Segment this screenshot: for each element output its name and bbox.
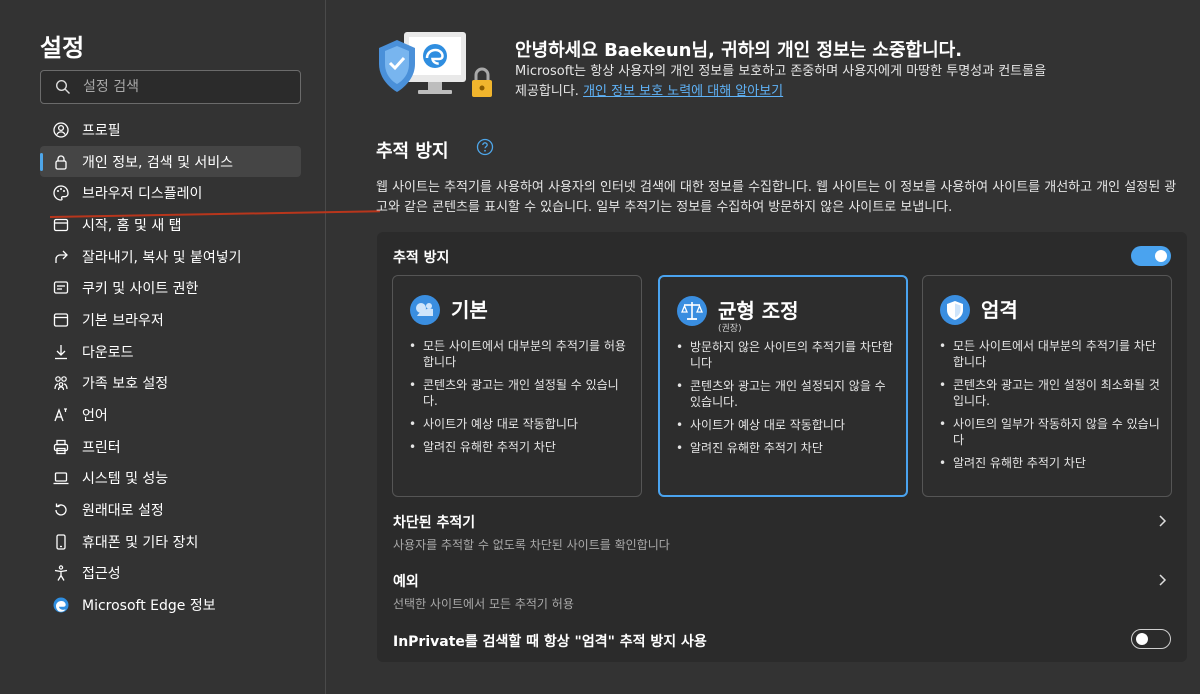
sidebar-item-label: 프린터	[82, 439, 121, 456]
cookie-icon	[53, 281, 69, 294]
home-tab-icon	[53, 218, 69, 232]
inprivate-strict-toggle[interactable]	[1131, 629, 1171, 649]
sidebar-item-label: 접근성	[82, 566, 121, 583]
sidebar-item-profile[interactable]: 프로필	[40, 114, 301, 146]
tracking-section-description: 웹 사이트는 추적기를 사용하여 사용자의 인터넷 검색에 대한 정보를 수집합…	[376, 180, 1177, 215]
sidebar-item-label: 원래대로 설정	[82, 503, 164, 520]
card-bullet: 모든 사이트에서 대부분의 추적기를 차단합니다	[937, 338, 1162, 370]
sidebar-item-label: 시스템 및 성능	[82, 471, 169, 488]
sidebar-item-privacy[interactable]: 개인 정보, 검색 및 서비스	[40, 145, 301, 178]
card-bullet: 알려진 유해한 추적기 차단	[407, 439, 632, 455]
sidebar-item-downloads[interactable]: 다운로드	[40, 336, 301, 368]
sidebar-item-system[interactable]: 시스템 및 성능	[40, 463, 301, 495]
sidebar-item-label: 언어	[82, 408, 108, 425]
card-bullet: 방문하지 않은 사이트의 추적기를 차단합니다	[674, 339, 899, 371]
sidebar-item-family[interactable]: 가족 보호 설정	[40, 368, 301, 400]
card-bullet: 콘텐츠와 광고는 개인 설정될 수 있습니다.	[407, 377, 632, 409]
card-title: 균형 조정	[718, 299, 799, 323]
settings-sidebar: 설정 프로필 개인 정보, 검색 및 서비스 브라우저 디스플레이 시작, 홈 …	[0, 0, 326, 694]
sidebar-item-accessibility[interactable]: 접근성	[40, 558, 301, 590]
sidebar-item-label: 다운로드	[82, 344, 134, 361]
sidebar-item-label: 프로필	[82, 122, 121, 139]
card-bullet-list: 모든 사이트에서 대부분의 추적기를 허용합니다 콘텐츠와 광고는 개인 설정될…	[407, 338, 632, 462]
tracking-level-strict-card[interactable]: 엄격 모든 사이트에서 대부분의 추적기를 차단합니다 콘텐츠와 광고는 개인 …	[922, 275, 1172, 497]
reset-icon	[55, 503, 67, 516]
phone-icon	[56, 534, 66, 550]
sidebar-nav: 프로필 개인 정보, 검색 및 서비스 브라우저 디스플레이 시작, 홈 및 새…	[40, 114, 301, 621]
language-icon	[54, 408, 67, 422]
accessibility-icon	[54, 565, 68, 582]
download-icon	[55, 344, 67, 359]
chevron-right-icon[interactable]	[1155, 514, 1169, 528]
sidebar-item-reset[interactable]: 원래대로 설정	[40, 494, 301, 526]
card-bullet: 콘텐츠와 광고는 개인 설정이 최소화될 것입니다.	[937, 377, 1162, 409]
sidebar-item-appearance[interactable]: 브라우저 디스플레이	[40, 177, 301, 209]
sidebar-item-printers[interactable]: 프린터	[40, 431, 301, 463]
exceptions-desc: 선택한 사이트에서 모든 추적기 허용	[393, 597, 574, 611]
sidebar-item-cookies[interactable]: 쿠키 및 사이트 권한	[40, 272, 301, 304]
sidebar-item-label: Microsoft Edge 정보	[82, 598, 216, 615]
shield-icon	[940, 295, 970, 325]
sidebar-item-label: 가족 보호 설정	[82, 376, 169, 393]
sidebar-item-label: 기본 브라우저	[82, 312, 164, 329]
sidebar-item-default-browser[interactable]: 기본 브라우저	[40, 304, 301, 336]
card-bullet: 모든 사이트에서 대부분의 추적기를 허용합니다	[407, 338, 632, 370]
lock-icon	[55, 154, 67, 170]
sidebar-item-share-copy-paste[interactable]: 잘라내기, 복사 및 붙여넣기	[40, 241, 301, 273]
tracking-settings-panel: 추적 방지 기본 모든 사이트에서 대부분의 추적기를 허용합니다 콘텐츠와 광…	[377, 232, 1187, 662]
sidebar-item-label: 시작, 홈 및 새 탭	[82, 217, 182, 234]
card-bullet: 사이트의 일부가 작동하지 않을 수 있습니다	[937, 416, 1162, 448]
tracking-section-title: 추적 방지	[376, 141, 449, 162]
tracking-level-basic-card[interactable]: 기본 모든 사이트에서 대부분의 추적기를 허용합니다 콘텐츠와 광고는 개인 …	[392, 275, 642, 497]
sidebar-item-label: 개인 정보, 검색 및 서비스	[82, 154, 234, 171]
card-bullet-list: 방문하지 않은 사이트의 추적기를 차단합니다 콘텐츠와 광고는 개인 설정되지…	[674, 339, 899, 463]
exceptions-title[interactable]: 예외	[393, 571, 419, 591]
card-recommended-label: (권장)	[718, 324, 742, 334]
blocked-trackers-desc: 사용자를 추적할 수 없도록 차단된 사이트를 확인합니다	[393, 538, 670, 552]
card-bullet: 사이트가 예상 대로 작동합니다	[407, 416, 632, 432]
balance-scale-icon	[677, 296, 707, 326]
sidebar-item-label: 브라우저 디스플레이	[82, 186, 203, 203]
sidebar-item-about-edge[interactable]: Microsoft Edge 정보	[40, 589, 301, 621]
settings-search-box[interactable]	[40, 70, 301, 104]
sidebar-item-languages[interactable]: 언어	[40, 399, 301, 431]
tracking-prevention-toggle[interactable]	[1131, 246, 1171, 266]
share-icon	[55, 250, 68, 263]
card-bullet: 콘텐츠와 광고는 개인 설정되지 않을 수 있습니다.	[674, 378, 899, 410]
help-icon[interactable]	[476, 138, 494, 156]
card-bullet: 알려진 유해한 추적기 차단	[674, 440, 899, 456]
browser-icon	[53, 313, 69, 327]
profile-icon	[53, 122, 69, 138]
sidebar-item-label: 쿠키 및 사이트 권한	[82, 281, 199, 298]
basic-level-icon	[410, 295, 440, 325]
printer-icon	[53, 439, 69, 454]
chevron-right-icon[interactable]	[1155, 573, 1169, 587]
sidebar-item-phone[interactable]: 휴대폰 및 기타 장치	[40, 526, 301, 558]
card-title: 엄격	[981, 298, 1018, 322]
tracking-toggle-label: 추적 방지	[393, 250, 450, 266]
hero-title: 안녕하세요 Baekeun님, 귀하의 개인 정보는 소중합니다.	[515, 40, 963, 61]
settings-search-input[interactable]	[83, 79, 300, 95]
palette-icon	[53, 185, 69, 201]
edge-logo-icon	[53, 597, 69, 613]
laptop-icon	[53, 472, 69, 485]
sidebar-item-label: 잘라내기, 복사 및 붙여넣기	[82, 249, 242, 266]
blocked-trackers-title[interactable]: 차단된 추적기	[393, 512, 475, 532]
family-icon	[54, 376, 68, 391]
card-bullet: 알려진 유해한 추적기 차단	[937, 455, 1162, 471]
card-title: 기본	[451, 298, 488, 322]
privacy-illustration-icon	[379, 32, 492, 97]
privacy-learn-more-link[interactable]: 개인 정보 보호 노력에 대해 알아보기	[583, 84, 783, 99]
tracking-level-balanced-card[interactable]: 균형 조정 (권장) 방문하지 않은 사이트의 추적기를 차단합니다 콘텐츠와 …	[658, 275, 908, 497]
search-icon	[55, 79, 70, 94]
card-bullet-list: 모든 사이트에서 대부분의 추적기를 차단합니다 콘텐츠와 광고는 개인 설정이…	[937, 338, 1162, 478]
sidebar-title: 설정	[40, 34, 85, 62]
sidebar-item-label: 휴대폰 및 기타 장치	[82, 534, 199, 551]
card-bullet: 사이트가 예상 대로 작동합니다	[674, 417, 899, 433]
hero-description: Microsoft는 항상 사용자의 개인 정보를 보호하고 존중하며 사용자에…	[515, 62, 1055, 102]
inprivate-strict-label: InPrivate를 검색할 때 항상 "엄격" 추적 방지 사용	[393, 634, 707, 650]
